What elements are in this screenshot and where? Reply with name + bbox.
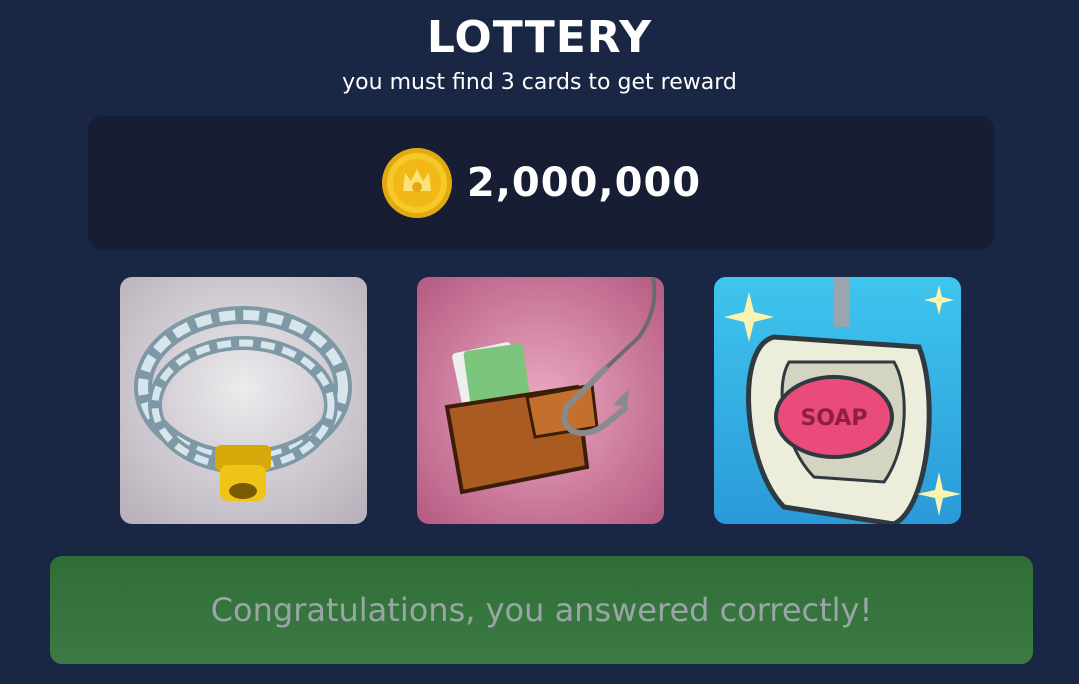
card-chain-necklace[interactable]: [120, 277, 367, 524]
result-banner: Congratulations, you answered correctly!: [50, 556, 1033, 664]
reward-panel: 2,000,000: [88, 116, 994, 250]
wallet-on-hook-icon: [417, 277, 664, 524]
card-wallet-on-hook[interactable]: [417, 277, 664, 524]
chain-necklace-icon: [120, 277, 367, 524]
soap-label: SOAP: [800, 406, 867, 431]
gold-coin-icon: [381, 148, 452, 218]
soap-in-urinal-icon: SOAP: [714, 277, 961, 524]
card-soap-in-urinal[interactable]: SOAP: [714, 277, 961, 524]
reward-amount: 2,000,000: [466, 160, 702, 206]
page-subtitle: you must find 3 cards to get reward: [342, 70, 737, 95]
page-title: LOTTERY: [426, 12, 653, 63]
result-message: Congratulations, you answered correctly!: [210, 591, 873, 629]
